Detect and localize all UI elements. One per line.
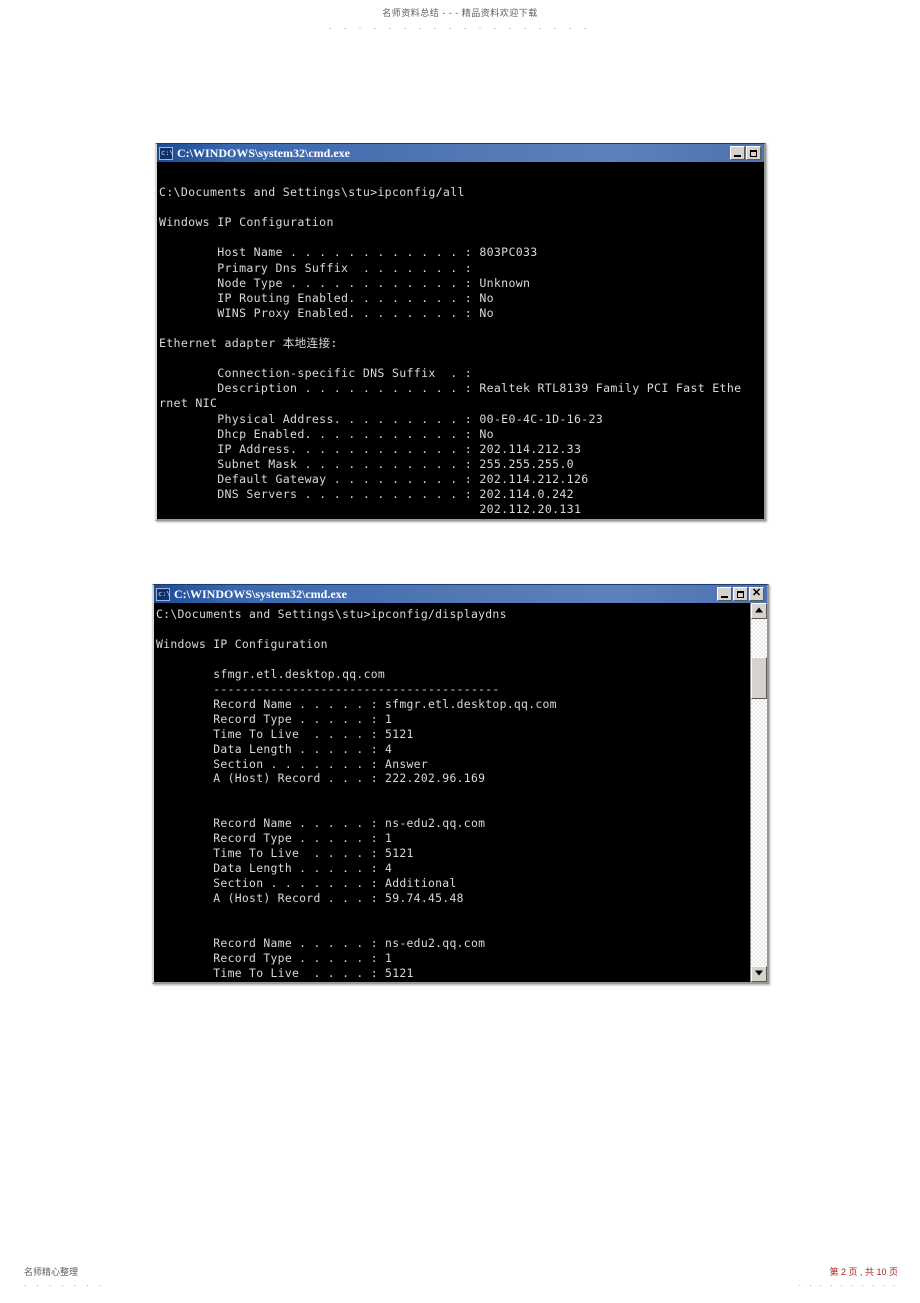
console-window-ipconfig-all[interactable]: C:\WINDOWS\system32\cmd.exe C:\Documents…: [155, 143, 766, 521]
maximize-button[interactable]: [746, 146, 761, 160]
minimize-button[interactable]: [730, 146, 745, 160]
titlebar[interactable]: C:\WINDOWS\system32\cmd.exe ✕: [154, 585, 767, 603]
console-icon: [156, 587, 171, 601]
document-footer-right: 第 2 页 , 共 10 页 . . . . . . . . . .: [799, 1267, 898, 1289]
document-footer-right-dots: . . . . . . . . . .: [798, 1279, 898, 1288]
scroll-up-arrow-icon[interactable]: [751, 603, 767, 619]
minimize-button[interactable]: [717, 587, 732, 601]
document-footer-left-dots: . . . . . . .: [24, 1279, 105, 1288]
window-controls: ✕: [717, 587, 767, 601]
window-controls: [730, 146, 764, 160]
scrollbar-track[interactable]: [751, 619, 767, 966]
console-output[interactable]: C:\Documents and Settings\stu>ipconfig/a…: [157, 162, 764, 519]
document-footer-left: 名师精心整理 . . . . . . .: [24, 1267, 105, 1289]
console-body: C:\Documents and Settings\stu>ipconfig/a…: [157, 162, 764, 519]
titlebar[interactable]: C:\WINDOWS\system32\cmd.exe: [157, 144, 764, 162]
scroll-down-arrow-icon[interactable]: [751, 966, 767, 982]
console-output[interactable]: C:\Documents and Settings\stu>ipconfig/d…: [154, 603, 750, 982]
document-header-dots: . . . . . . . . . . . . . . . . . .: [328, 21, 592, 31]
document-header-text: 名师资料总结 - - - 精品资料欢迎下载: [382, 8, 538, 18]
window-title: C:\WINDOWS\system32\cmd.exe: [177, 145, 350, 160]
window-title: C:\WINDOWS\system32\cmd.exe: [174, 586, 347, 601]
console-body: C:\Documents and Settings\stu>ipconfig/d…: [154, 603, 767, 982]
close-button[interactable]: ✕: [749, 587, 764, 601]
console-icon: [159, 146, 174, 160]
close-icon: ✕: [751, 587, 762, 599]
vertical-scrollbar[interactable]: [750, 603, 767, 982]
maximize-button[interactable]: [733, 587, 748, 601]
document-footer-left-text: 名师精心整理: [24, 1267, 79, 1277]
scrollbar-thumb[interactable]: [751, 657, 767, 699]
page-number: 第 2 页 , 共 10 页: [829, 1267, 898, 1277]
document-header-watermark: 名师资料总结 - - - 精品资料欢迎下载 . . . . . . . . . …: [0, 7, 920, 32]
console-window-displaydns[interactable]: C:\WINDOWS\system32\cmd.exe ✕ C:\Documen…: [152, 584, 769, 984]
